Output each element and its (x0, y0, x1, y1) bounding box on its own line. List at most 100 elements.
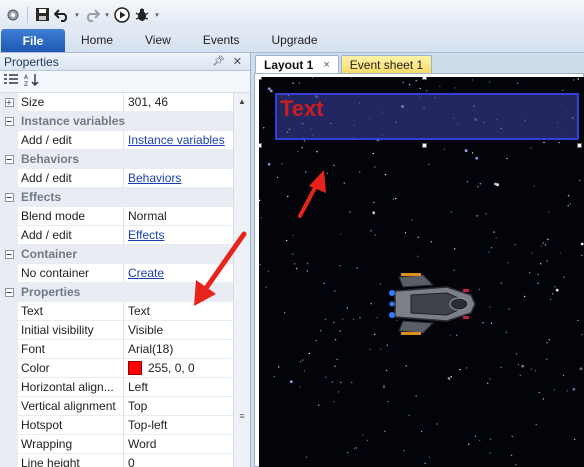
tab-events[interactable]: Events (187, 33, 256, 52)
save-icon[interactable] (33, 5, 51, 25)
collapse-icon[interactable]: − (4, 249, 14, 259)
property-value[interactable]: Instance variables (124, 131, 225, 149)
property-row[interactable]: Vertical alignment Top (0, 397, 233, 416)
property-value[interactable]: 255, 0, 0 (124, 359, 195, 377)
star (474, 435, 477, 437)
property-row[interactable]: Add / edit Effects (0, 226, 233, 245)
collapse-icon[interactable]: − (4, 287, 14, 297)
row-gutter (0, 321, 18, 339)
property-row[interactable]: No container Create (0, 264, 233, 283)
property-value[interactable]: 0 (124, 454, 135, 467)
resize-handle[interactable] (422, 143, 427, 148)
tab-upgrade[interactable]: Upgrade (256, 33, 334, 52)
undo-icon[interactable] (53, 5, 71, 25)
property-value[interactable]: Text (124, 302, 150, 320)
property-row[interactable]: Blend mode Normal (0, 207, 233, 226)
property-name: Wrapping (18, 435, 124, 453)
property-value[interactable]: Left (124, 378, 148, 396)
property-row[interactable]: Wrapping Word (0, 435, 233, 454)
resize-handle[interactable] (577, 143, 582, 148)
property-value[interactable]: Behaviors (124, 169, 181, 187)
property-value[interactable]: Visible (124, 321, 163, 339)
property-link[interactable]: Effects (128, 228, 164, 242)
tab-home[interactable]: Home (65, 33, 129, 52)
tab-view[interactable]: View (129, 33, 187, 52)
property-row[interactable]: Font Arial(18) (0, 340, 233, 359)
run-icon[interactable] (113, 5, 131, 25)
property-row[interactable]: Horizontal align... Left (0, 378, 233, 397)
property-row[interactable]: + Size 301, 46 (0, 93, 233, 112)
property-row[interactable]: Add / edit Instance variables (0, 131, 233, 150)
property-row[interactable]: Initial visibility Visible (0, 321, 233, 340)
property-row[interactable]: Color 255, 0, 0 (0, 359, 233, 378)
close-tab-icon[interactable]: × (323, 59, 329, 71)
undo-dropdown-icon[interactable]: ▾ (73, 11, 81, 19)
tab-layout-1[interactable]: Layout 1 × (255, 55, 339, 73)
star (500, 282, 502, 284)
gear-icon[interactable] (4, 5, 22, 25)
star (521, 364, 525, 368)
star (292, 82, 294, 84)
collapse-icon[interactable]: − (4, 116, 14, 126)
debug-icon[interactable] (133, 5, 151, 25)
redo-dropdown-icon[interactable]: ▾ (103, 11, 111, 19)
expand-icon[interactable]: + (4, 97, 14, 107)
property-link[interactable]: Behaviors (128, 171, 181, 185)
star (369, 348, 371, 350)
property-value-text: 255, 0, 0 (148, 361, 195, 375)
customize-icon[interactable]: ▾ (153, 11, 161, 19)
star (577, 78, 579, 80)
property-category[interactable]: − Effects (0, 188, 233, 207)
star (267, 270, 270, 272)
star (515, 353, 518, 355)
property-value[interactable]: Effects (124, 226, 164, 244)
file-button[interactable]: File (1, 29, 65, 52)
scroll-up-icon[interactable]: ▲ (234, 93, 250, 110)
property-row[interactable]: Add / edit Behaviors (0, 169, 233, 188)
spaceship-sprite[interactable] (381, 269, 481, 339)
property-value[interactable]: Top-left (124, 416, 167, 434)
categorized-icon[interactable] (4, 74, 18, 89)
scroll-thumb-grip[interactable]: ≡ (238, 412, 246, 421)
property-row[interactable]: Hotspot Top-left (0, 416, 233, 435)
property-value[interactable]: 301, 46 (124, 93, 168, 111)
color-swatch[interactable] (128, 361, 142, 375)
properties-toolbar: AZ (0, 71, 250, 93)
tab-event-sheet-1[interactable]: Event sheet 1 (340, 55, 433, 73)
close-icon[interactable]: ✕ (233, 55, 242, 68)
property-link[interactable]: Instance variables (128, 133, 225, 147)
star (302, 359, 304, 361)
collapse-icon[interactable]: − (4, 154, 14, 164)
star (339, 330, 341, 332)
redo-icon[interactable] (83, 5, 101, 25)
property-value[interactable]: Arial(18) (124, 340, 173, 358)
star (548, 339, 551, 341)
resize-handle[interactable] (259, 143, 262, 148)
property-category[interactable]: − Properties (0, 283, 233, 302)
property-row[interactable]: Text Text (0, 302, 233, 321)
star (464, 149, 468, 152)
property-category[interactable]: − Instance variables (0, 112, 233, 131)
star (535, 423, 537, 426)
sort-alphabetical-icon[interactable]: AZ (24, 73, 40, 90)
star (260, 217, 262, 219)
pin-icon[interactable]: 📌︎ (212, 56, 225, 67)
property-value[interactable]: Word (124, 435, 156, 453)
property-value[interactable]: Top (124, 397, 147, 415)
property-category[interactable]: − Behaviors (0, 150, 233, 169)
star (490, 247, 493, 249)
property-grid-scrollbar[interactable]: ▲ ≡ (233, 93, 250, 467)
property-value[interactable]: Create (124, 264, 164, 282)
property-name: Font (18, 340, 124, 358)
property-row[interactable]: Line height 0 (0, 454, 233, 467)
resize-handle[interactable] (422, 77, 427, 80)
property-category[interactable]: − Container (0, 245, 233, 264)
star (403, 450, 405, 452)
property-link[interactable]: Create (128, 266, 164, 280)
text-object[interactable]: Text (275, 93, 579, 140)
star (519, 374, 521, 377)
property-value[interactable]: Normal (124, 207, 167, 225)
collapse-icon[interactable]: − (4, 192, 14, 202)
resize-handle[interactable] (259, 77, 262, 80)
layout-canvas[interactable]: Text (254, 73, 584, 467)
